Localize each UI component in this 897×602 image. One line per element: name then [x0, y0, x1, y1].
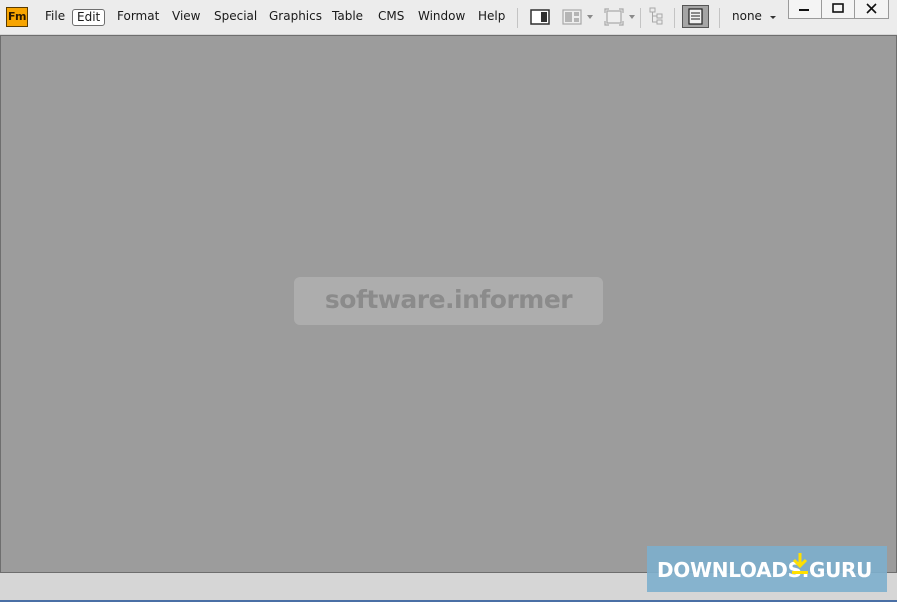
- menu-graphics[interactable]: Graphics: [269, 9, 322, 26]
- chevron-down-icon[interactable]: [770, 16, 776, 19]
- maximize-button[interactable]: [822, 0, 855, 18]
- downloads-guru-watermark: DOWNLOADS.GURU: [647, 546, 887, 592]
- menu-table[interactable]: Table: [332, 9, 363, 26]
- downloads-guru-text-right: .GURU: [801, 558, 873, 582]
- layout-grid-icon[interactable]: [562, 8, 582, 26]
- maximize-icon: [832, 3, 844, 13]
- minimize-button[interactable]: [789, 0, 822, 18]
- close-button[interactable]: [855, 0, 888, 18]
- toolbar-separator: [674, 8, 675, 28]
- software-informer-watermark: software.informer: [294, 277, 603, 325]
- menu-bar: Fm File Edit Format View Special Graphic…: [0, 0, 897, 34]
- zoom-fit-icon[interactable]: [604, 8, 624, 26]
- page-layout-button[interactable]: [682, 5, 709, 28]
- view-select[interactable]: none: [732, 9, 762, 23]
- menu-cms[interactable]: CMS: [378, 9, 404, 26]
- menu-view[interactable]: View: [172, 9, 200, 26]
- chevron-down-icon[interactable]: [587, 15, 593, 19]
- page-layout-icon: [688, 8, 703, 25]
- menu-special[interactable]: Special: [214, 9, 257, 26]
- menu-format[interactable]: Format: [117, 9, 159, 26]
- pod-panel-icon[interactable]: [530, 8, 550, 26]
- toolbar-separator: [640, 8, 641, 28]
- menu-help[interactable]: Help: [478, 9, 505, 26]
- menu-edit[interactable]: Edit: [72, 9, 106, 26]
- chevron-down-icon[interactable]: [629, 15, 635, 19]
- close-icon: [866, 3, 877, 14]
- toolbar-separator: [719, 8, 720, 28]
- structure-tree-icon[interactable]: [648, 7, 664, 25]
- downloads-guru-text-left: DOWNLOADS: [657, 558, 802, 582]
- menu-window[interactable]: Window: [418, 9, 465, 26]
- window-controls: [788, 0, 889, 19]
- download-arrow-icon: [792, 553, 808, 574]
- toolbar-separator: [517, 8, 518, 28]
- menu-file[interactable]: File: [45, 9, 65, 26]
- minimize-icon: [799, 9, 809, 11]
- framemaker-logo: Fm: [6, 7, 28, 27]
